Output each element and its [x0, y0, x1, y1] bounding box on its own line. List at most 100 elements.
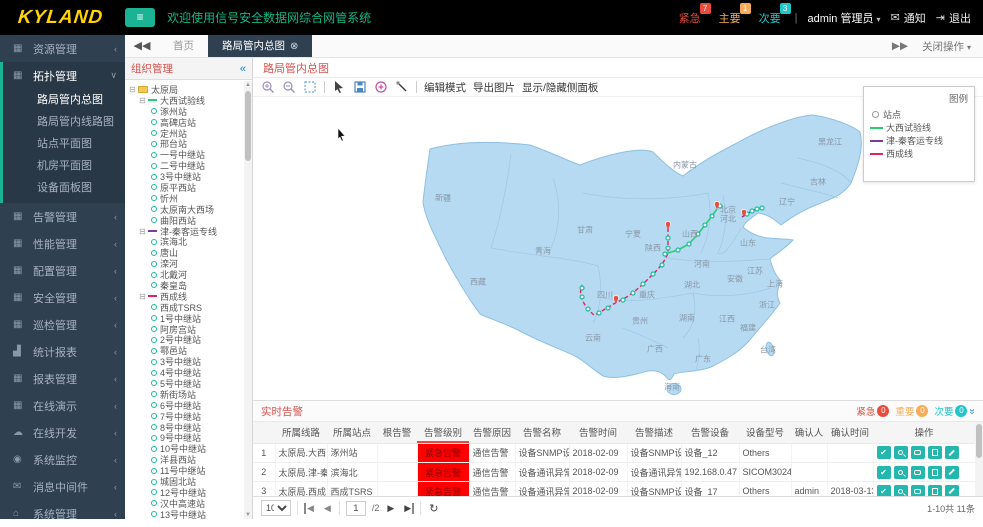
comment-button[interactable]: [911, 485, 925, 497]
station-icon: [151, 184, 157, 190]
tabs-scroll-left-icon[interactable]: ◀◀: [125, 35, 159, 57]
page-number-input[interactable]: [346, 501, 366, 516]
log-button[interactable]: [928, 446, 942, 459]
sidebar-subitem-路局管内总图[interactable]: 路局管内总图: [3, 89, 125, 111]
log-button[interactable]: [928, 466, 942, 479]
sidebar-item-在线开发[interactable]: ☁在线开发‹: [0, 419, 125, 446]
sidebar-item-配置管理[interactable]: ▦配置管理‹: [0, 257, 125, 284]
draw-line-icon[interactable]: [395, 80, 409, 94]
zoom-in-icon[interactable]: [261, 80, 275, 94]
save-icon[interactable]: [353, 80, 367, 94]
sidebar-item-安全管理[interactable]: ▦安全管理‹: [0, 284, 125, 311]
tree-node-station[interactable]: 13号中继站: [129, 509, 244, 519]
select-cursor-icon[interactable]: [332, 80, 346, 94]
refresh-icon[interactable]: ↻: [427, 502, 440, 515]
page-size-select[interactable]: 10: [261, 500, 291, 516]
header-alarm-badge-次要[interactable]: 次要3: [759, 10, 785, 26]
edit-button[interactable]: [945, 485, 959, 497]
detail-search-button[interactable]: [894, 446, 908, 459]
expand-alarm-icon[interactable]: »: [967, 408, 978, 414]
column-header-确认时间[interactable]: 确认时间: [827, 422, 873, 443]
add-node-icon[interactable]: [374, 80, 388, 94]
column-header-告警原因[interactable]: 告警原因: [469, 422, 515, 443]
cell: 设备通讯异常: [515, 463, 569, 482]
logout-link[interactable]: ⇥退出: [936, 10, 971, 26]
menu-toggle-button[interactable]: ≡: [125, 8, 155, 27]
log-button[interactable]: [928, 485, 942, 497]
tree-node-station[interactable]: 原平西站: [129, 182, 244, 193]
column-header-告警设备[interactable]: 告警设备: [681, 422, 739, 443]
toggle-side-panel-button[interactable]: 显示/隐藏侧面板: [522, 80, 598, 95]
tab-首页[interactable]: 首页: [159, 35, 208, 57]
fit-view-icon[interactable]: [303, 80, 317, 94]
sidebar-item-报表管理[interactable]: ▦报表管理‹: [0, 365, 125, 392]
station-icon: [151, 119, 157, 125]
header-alarm-badge-紧急[interactable]: 紧急7: [679, 10, 705, 26]
tree-node-station[interactable]: 滨海北: [129, 236, 244, 247]
tabs-scroll-right-icon[interactable]: ▶▶: [892, 40, 908, 52]
column-header-告警描述[interactable]: 告警描述: [627, 422, 681, 443]
first-page-button[interactable]: ◀: [304, 503, 316, 514]
confirm-button[interactable]: ✔: [877, 485, 891, 497]
column-header-所属站点[interactable]: 所属站点: [327, 422, 377, 443]
expander-icon[interactable]: ⊟: [139, 292, 148, 301]
sidebar-item-在线演示[interactable]: ▦在线演示‹: [0, 392, 125, 419]
cell: [791, 463, 827, 482]
sidebar-item-系统管理[interactable]: ⌂系统管理‹: [0, 500, 125, 527]
comment-button[interactable]: [911, 446, 925, 459]
tree-node-station[interactable]: 唐山: [129, 247, 244, 258]
chevron-left-icon: ‹: [114, 482, 117, 492]
detail-search-button[interactable]: [894, 466, 908, 479]
column-header-告警时间[interactable]: 告警时间: [569, 422, 627, 443]
sidebar-item-统计报表[interactable]: ▟统计报表‹: [0, 338, 125, 365]
column-header-告警级别[interactable]: 告警级别: [417, 422, 469, 443]
sidebar-subitem-设备面板图[interactable]: 设备面板图: [3, 177, 125, 199]
tree-scrollbar[interactable]: ▲ ▼: [244, 81, 252, 519]
line-swatch: [870, 153, 883, 155]
chevron-left-icon: ‹: [114, 509, 117, 519]
sidebar-item-消息中间件[interactable]: ✉消息中间件‹: [0, 473, 125, 500]
confirm-button[interactable]: ✔: [877, 466, 891, 479]
edit-button[interactable]: [945, 446, 959, 459]
cell: 太原局.西成: [275, 482, 327, 497]
scroll-down-icon[interactable]: ▼: [244, 511, 252, 519]
sidebar-item-告警管理[interactable]: ▦告警管理‹: [0, 203, 125, 230]
edit-button[interactable]: [945, 466, 959, 479]
column-header-告警名称[interactable]: 告警名称: [515, 422, 569, 443]
expander-icon[interactable]: ⊟: [139, 227, 148, 236]
tab-路局管内总图[interactable]: 路局管内总图⊗: [208, 35, 312, 57]
collapse-panel-icon[interactable]: «: [240, 63, 246, 75]
detail-search-button[interactable]: [894, 485, 908, 497]
edit-mode-button[interactable]: 编辑模式: [424, 80, 466, 95]
column-header-操作[interactable]: 操作: [873, 422, 975, 443]
expander-icon[interactable]: ⊟: [139, 96, 148, 105]
column-header-根告警[interactable]: 根告警: [377, 422, 417, 443]
sidebar-item-性能管理[interactable]: ▦性能管理‹: [0, 230, 125, 257]
zoom-out-icon[interactable]: [282, 80, 296, 94]
header-alarm-badge-主要[interactable]: 主要1: [719, 10, 745, 26]
export-image-button[interactable]: 导出图片: [473, 80, 515, 95]
column-header-确认人[interactable]: 确认人: [791, 422, 827, 443]
notice-link[interactable]: ✉通知: [891, 10, 926, 26]
comment-button[interactable]: [911, 466, 925, 479]
table-scrollbar[interactable]: [975, 422, 983, 497]
column-header-设备型号[interactable]: 设备型号: [739, 422, 791, 443]
confirm-button[interactable]: ✔: [877, 446, 891, 459]
sidebar-subitem-路局管内线路图[interactable]: 路局管内线路图: [3, 111, 125, 133]
close-tab-icon[interactable]: ⊗: [290, 41, 298, 52]
sidebar-item-系统监控[interactable]: ◉系统监控‹: [0, 446, 125, 473]
sidebar-subitem-机房平面图[interactable]: 机房平面图: [3, 155, 125, 177]
column-header-所属线路[interactable]: 所属线路: [275, 422, 327, 443]
expander-icon[interactable]: ⊟: [129, 85, 138, 94]
scroll-up-icon[interactable]: ▲: [244, 81, 252, 89]
sidebar-item-巡检管理[interactable]: ▦巡检管理‹: [0, 311, 125, 338]
close-operations-dropdown[interactable]: 关闭操作 ▾: [922, 39, 971, 54]
prev-page-button[interactable]: ◀: [322, 503, 333, 514]
chevron-left-icon: ‹: [114, 401, 117, 411]
sidebar-subitem-站点平面图[interactable]: 站点平面图: [3, 133, 125, 155]
next-page-button[interactable]: ▶: [385, 503, 396, 514]
last-page-button[interactable]: ▶: [402, 503, 414, 514]
user-menu[interactable]: admin 管理员 ▾: [807, 10, 880, 26]
sidebar-item-拓扑管理[interactable]: ▦拓扑管理∨: [3, 62, 125, 89]
sidebar-item-资源管理[interactable]: ▦资源管理‹: [0, 35, 125, 62]
